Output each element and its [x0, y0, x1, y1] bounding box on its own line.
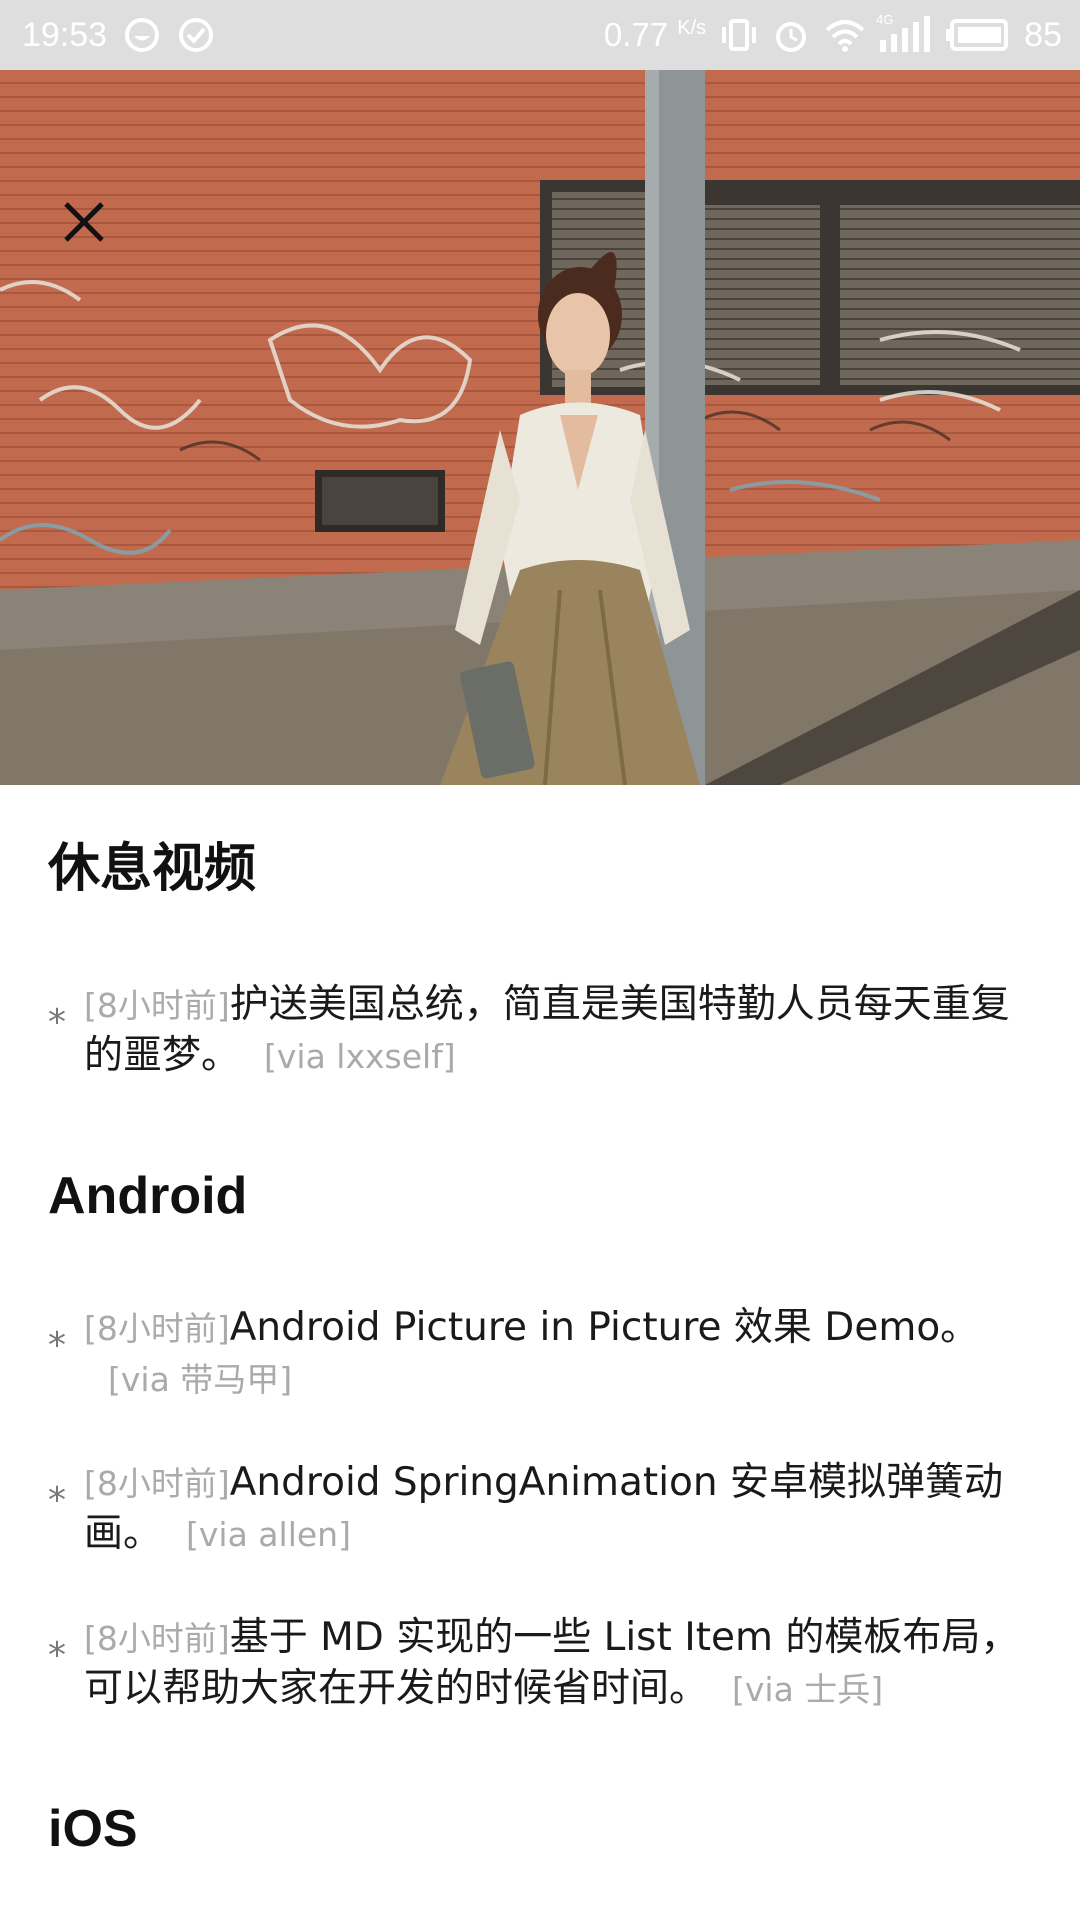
close-icon	[64, 202, 104, 242]
net-speed-unit: K/s	[677, 17, 707, 39]
alarm-icon	[772, 16, 810, 54]
section-title-android: Android	[48, 1167, 248, 1225]
bullet: *	[48, 1002, 66, 1043]
net-speed: 0.77 K/s	[604, 16, 706, 54]
wifi-icon	[824, 16, 865, 54]
battery-level: 85	[1024, 15, 1062, 54]
hero-photo	[0, 70, 1080, 785]
hero-image	[0, 70, 1080, 785]
network-type: 4G	[876, 12, 894, 27]
section-title-rest-video: 休息视频	[48, 840, 257, 898]
bullet: *	[48, 1480, 66, 1521]
battery-icon	[944, 16, 1010, 54]
daily-content: 休息视频 * [8小时前]护送美国总统，简直是美国特勤人员每天重复的噩梦。 [vi…	[0, 785, 1080, 1920]
item-time: [8小时前]	[84, 1309, 230, 1348]
signal-icon: 4G	[876, 12, 931, 54]
status-bar: 19:53 0.77 K/s 4G 85	[0, 0, 1080, 70]
close-button[interactable]	[52, 190, 116, 254]
status-time: 19:53	[22, 15, 108, 54]
net-speed-value: 0.77	[603, 16, 669, 53]
list-item[interactable]: * [8小时前]基于 MD 实现的一些 List Item 的模板布局，可以帮助…	[48, 1613, 1038, 1715]
item-time: [8小时前]	[84, 1619, 230, 1658]
item-title: Android Picture in Picture 效果 Demo。	[229, 1305, 980, 1350]
item-via: [via 带马甲]	[108, 1360, 293, 1399]
bullet: *	[48, 1325, 66, 1366]
item-time: [8小时前]	[84, 1464, 230, 1503]
bullet: *	[48, 1635, 66, 1676]
section-title-ios: iOS	[48, 1800, 138, 1858]
vibrate-icon	[720, 16, 758, 54]
list-item[interactable]: * [8小时前]护送美国总统，简直是美国特勤人员每天重复的噩梦。 [via lxx…	[48, 980, 1038, 1082]
check-circle-icon	[177, 16, 215, 54]
item-via: [via allen]	[186, 1515, 351, 1554]
list-item[interactable]: * [8小时前]Android SpringAnimation 安卓模拟弹簧动画…	[48, 1458, 1038, 1560]
item-via: [via 士兵]	[732, 1670, 884, 1709]
item-time: [8小时前]	[84, 986, 230, 1025]
notification-smile-icon	[123, 16, 161, 54]
list-item[interactable]: * [8小时前]Android Picture in Picture 效果 De…	[48, 1303, 1038, 1405]
item-via: [via lxxself]	[264, 1037, 456, 1076]
